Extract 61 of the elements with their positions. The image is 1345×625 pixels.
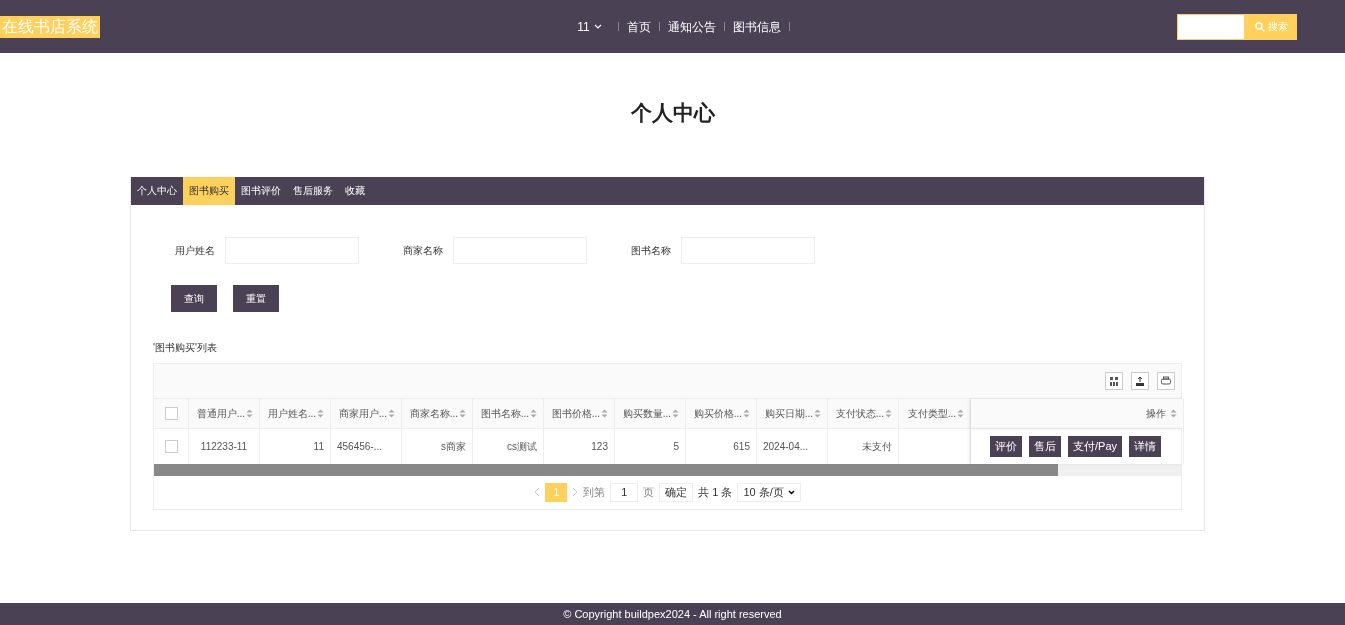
sort-icon	[672, 408, 679, 418]
goto-label: 到第	[583, 484, 606, 500]
sort-icon	[885, 408, 892, 418]
sort-icon	[459, 408, 466, 418]
user-menu[interactable]: 11	[577, 17, 602, 36]
table-cell-text: s商家	[441, 439, 466, 454]
column-header[interactable]: 操作	[1146, 405, 1166, 421]
copyright-footer: © Copyright buildpex2024 - All right reserved	[0, 603, 1345, 625]
sort-icon	[530, 408, 537, 418]
table-cell-text: 5	[673, 439, 679, 454]
nav-link[interactable]: 通知公告	[667, 17, 716, 36]
page-unit: 页	[643, 484, 655, 500]
checkbox[interactable]	[164, 439, 178, 453]
export-icon[interactable]	[1134, 374, 1146, 387]
tab[interactable]: 收藏	[339, 176, 371, 205]
chevron-right-icon	[572, 487, 579, 497]
sort-icon	[388, 408, 395, 418]
sort-icon	[814, 408, 821, 418]
tab[interactable]: 个人中心	[131, 176, 183, 205]
table-cell-text: 未支付	[862, 439, 892, 454]
caret-icon	[787, 489, 795, 495]
table-cell-text: 2024-04...	[763, 439, 809, 454]
sort-icon	[246, 408, 253, 418]
action-button[interactable]: 查询	[171, 284, 217, 312]
total-count: 共 1 条	[698, 484, 733, 500]
sort-icon	[317, 408, 324, 418]
row-action-button[interactable]: 详情	[1129, 435, 1161, 457]
table-caption: '图书购买'列表	[153, 340, 218, 355]
sort-icon	[743, 408, 750, 418]
row-action-button[interactable]: 评价	[990, 435, 1022, 457]
checkbox[interactable]	[164, 406, 178, 420]
row-action-button[interactable]: 售后	[1029, 435, 1061, 457]
tab[interactable]: 图书评价	[235, 176, 287, 205]
caret-icon	[593, 23, 602, 30]
action-button[interactable]: 重置	[233, 284, 279, 312]
field-label: 商家名称	[402, 243, 444, 258]
table-cell-text: 456456-...	[337, 439, 383, 454]
table-cell-text: 112233-11	[200, 439, 248, 454]
tab[interactable]: 图书购买	[183, 176, 235, 205]
page-size-select[interactable]: 10 条/页	[737, 482, 801, 502]
row-action-button[interactable]: 支付/Pay	[1068, 435, 1122, 457]
print-icon[interactable]	[1160, 374, 1172, 387]
page-input[interactable]: 1	[610, 482, 639, 502]
sort-icon	[601, 408, 608, 418]
sort-icon	[1170, 408, 1177, 418]
table-cell-text: 11	[313, 439, 324, 454]
field-label: 用户姓名	[174, 243, 216, 258]
chevron-left-icon	[534, 487, 541, 497]
confirm-button[interactable]: 确定	[659, 482, 694, 502]
field-label: 图书名称	[630, 243, 672, 258]
nav-link[interactable]: 首页	[626, 17, 651, 36]
table-cell-text: 615	[733, 439, 750, 454]
table-cell-text: 123	[591, 439, 608, 454]
tab[interactable]: 售后服务	[287, 176, 339, 205]
table-cell-text: cs测试	[507, 439, 537, 454]
columns-icon[interactable]	[1108, 374, 1120, 387]
search-field[interactable]	[1177, 13, 1245, 40]
sort-icon	[957, 408, 964, 418]
search-icon	[1254, 21, 1265, 32]
nav-link[interactable]: 图书信息	[732, 17, 781, 36]
page-title: 个人中心	[629, 100, 716, 126]
